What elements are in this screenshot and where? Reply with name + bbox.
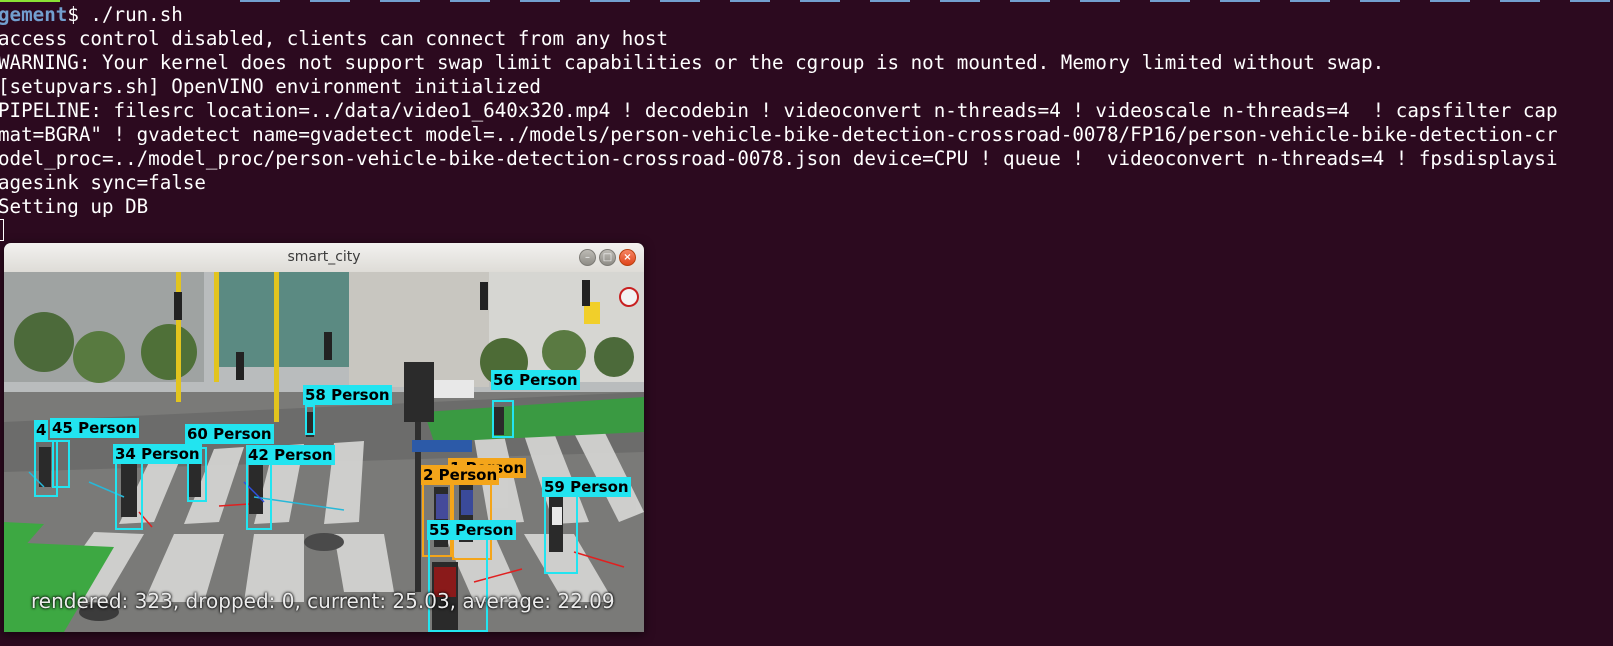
detection-label: 2 Person: [421, 465, 500, 485]
detection-label: 55 Person: [427, 520, 516, 540]
detection-label: 4: [34, 420, 49, 440]
terminal-line: odel_proc=../model_proc/person-vehicle-b…: [0, 147, 1558, 170]
terminal-line: PIPELINE: filesrc location=../data/video…: [0, 99, 1558, 122]
video-frame: 58 Person 56 Person 4 45 Person 60 Perso…: [4, 272, 644, 632]
terminal-line: agesink sync=false: [0, 171, 206, 194]
maximize-button[interactable]: □: [599, 249, 616, 266]
minimize-button[interactable]: –: [579, 249, 596, 266]
terminal-line: mat=BGRA" ! gvadetect name=gvadetect mod…: [0, 123, 1558, 146]
prompt-command: $ ./run.sh: [67, 3, 183, 26]
detection-label: 45 Person: [50, 418, 139, 438]
terminal-line: Setting up DB: [0, 195, 149, 218]
prompt-path: gement: [0, 3, 68, 26]
terminal-line: WARNING: Your kernel does not support sw…: [0, 51, 1385, 74]
detection-box: [52, 440, 70, 488]
detection-label: 59 Person: [542, 477, 631, 497]
detection-box: [544, 492, 578, 574]
terminal-cursor: [0, 219, 4, 241]
detection-label: 34 Person: [113, 444, 202, 464]
window-title: smart_city: [287, 249, 361, 265]
detection-label: 58 Person: [303, 385, 392, 405]
terminal-line: access control disabled, clients can con…: [0, 27, 669, 50]
detection-box: [115, 462, 143, 530]
prompt-line: gement$ ./run.sh: [0, 3, 183, 27]
fps-overlay: rendered: 323, dropped: 0, current: 25.0…: [31, 589, 615, 613]
terminal-scrolled-line: [0, 0, 1613, 6]
close-button[interactable]: ×: [619, 249, 636, 266]
detection-box: [246, 462, 272, 530]
detection-box: [428, 538, 488, 632]
window-titlebar[interactable]: smart_city – □ ×: [4, 243, 644, 273]
detection-box: [492, 400, 514, 438]
detection-label: 56 Person: [491, 370, 580, 390]
terminal-line: [setupvars.sh] OpenVINO environment init…: [0, 75, 541, 98]
detection-label: 42 Person: [246, 445, 335, 465]
detection-box: [305, 405, 315, 435]
smart-city-window[interactable]: smart_city – □ × 58 Person 56 Person 4 4…: [4, 243, 644, 632]
detection-label: 60 Person: [185, 424, 274, 444]
